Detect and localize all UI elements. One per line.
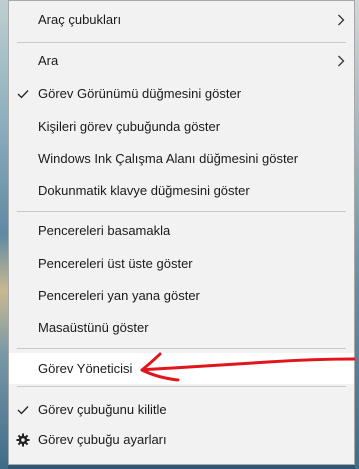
menu-item-label: Görev çubuğunu kilitle xyxy=(38,402,167,417)
menu-item-label: Kişileri görev çubuğunda göster xyxy=(38,119,221,134)
menu-item-lock-taskbar[interactable]: Görev çubuğunu kilitle xyxy=(9,395,354,425)
checkmark-icon xyxy=(16,79,30,109)
menu-item-show-windows-ink[interactable]: Windows Ink Çalışma Alanı düğmesini göst… xyxy=(9,144,354,174)
menu-separator xyxy=(17,42,346,43)
menu-item-label: Dokunmatik klavye düğmesini göster xyxy=(38,183,250,198)
menu-item-search[interactable]: Ara xyxy=(9,46,354,76)
menu-item-label: Pencereleri basamakla xyxy=(38,223,171,238)
menu-item-show-touch-keyboard[interactable]: Dokunmatik klavye düğmesini göster xyxy=(9,176,354,206)
menu-separator xyxy=(17,348,346,349)
taskbar-context-menu: Araç çubukları Ara Görev Görünümü düğmes… xyxy=(8,0,355,465)
menu-item-label: Araç çubukları xyxy=(38,12,122,27)
menu-separator xyxy=(17,211,346,212)
menu-item-side-by-side-windows[interactable]: Pencereleri yan yana göster xyxy=(9,281,354,311)
menu-item-taskbar-settings[interactable]: Görev çubuğu ayarları xyxy=(9,425,354,455)
menu-item-show-task-view-button[interactable]: Görev Görünümü düğmesini göster xyxy=(9,79,354,109)
menu-item-label: Görev çubuğu ayarları xyxy=(38,432,167,447)
menu-separator xyxy=(17,386,346,387)
menu-item-label: Görev Görünümü düğmesini göster xyxy=(38,86,242,101)
menu-item-toolbars[interactable]: Araç çubukları xyxy=(9,5,354,35)
checkmark-icon xyxy=(16,395,30,425)
menu-item-cascade-windows[interactable]: Pencereleri basamakla xyxy=(9,216,354,246)
menu-item-stack-windows[interactable]: Pencereleri üst üste göster xyxy=(9,249,354,279)
desktop-wallpaper-right-strip xyxy=(355,0,359,469)
menu-item-show-desktop[interactable]: Masaüstünü göster xyxy=(9,313,354,343)
chevron-right-icon xyxy=(337,46,345,76)
menu-item-label: Görev Yöneticisi xyxy=(38,361,133,376)
chevron-right-icon xyxy=(337,5,345,35)
desktop-wallpaper-left-strip xyxy=(0,0,8,469)
menu-item-label: Ara xyxy=(38,53,59,68)
menu-item-label: Pencereleri üst üste göster xyxy=(38,256,193,271)
gear-icon xyxy=(16,425,30,455)
menu-item-task-manager[interactable]: Görev Yöneticisi xyxy=(9,353,354,384)
menu-item-show-people[interactable]: Kişileri görev çubuğunda göster xyxy=(9,112,354,142)
menu-item-label: Windows Ink Çalışma Alanı düğmesini göst… xyxy=(38,151,299,166)
menu-item-label: Masaüstünü göster xyxy=(38,320,149,335)
menu-item-label: Pencereleri yan yana göster xyxy=(38,288,200,303)
